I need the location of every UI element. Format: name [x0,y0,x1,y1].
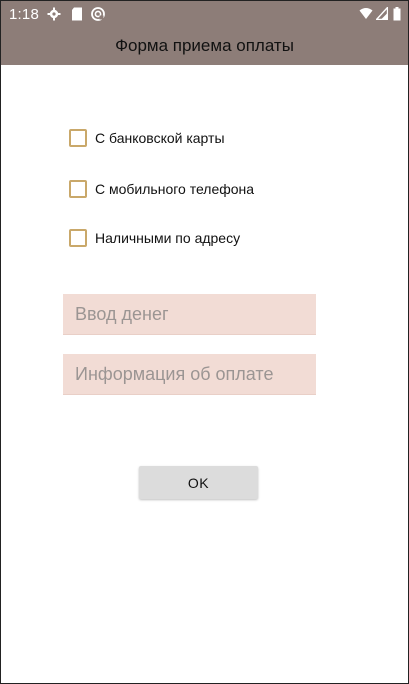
status-time: 1:18 [9,6,39,23]
payment-info-field[interactable] [63,354,316,395]
sd-card-icon [71,7,85,21]
screen-title: Форма приема оплаты [115,36,294,55]
sync-icon [91,7,105,21]
option-label: С мобильного телефона [95,181,255,197]
checkbox[interactable] [69,229,87,247]
checkbox[interactable] [69,129,87,147]
battery-icon [393,7,401,26]
wifi-icon [359,7,373,25]
money-input[interactable] [75,303,316,325]
option-label: Наличными по адресу [95,230,241,246]
checkbox[interactable] [69,180,87,198]
status-bar: 1:18 [1,1,408,28]
option-mobile-phone[interactable]: С мобильного телефона [69,178,254,200]
option-cash-by-address[interactable]: Наличными по адресу [69,227,240,249]
money-input-field[interactable] [63,294,316,335]
signal-icon [374,5,389,25]
payment-info-input[interactable] [75,363,316,385]
option-bank-card[interactable]: С банковской карты [69,127,225,149]
app-screen: 1:18 Форма приема оплаты С банковской ка… [0,0,409,684]
ok-button[interactable]: OK [139,466,258,499]
app-bar: 1:18 Форма приема оплаты [1,1,408,65]
option-label: С банковской карты [95,130,225,146]
gear-icon [47,7,61,21]
